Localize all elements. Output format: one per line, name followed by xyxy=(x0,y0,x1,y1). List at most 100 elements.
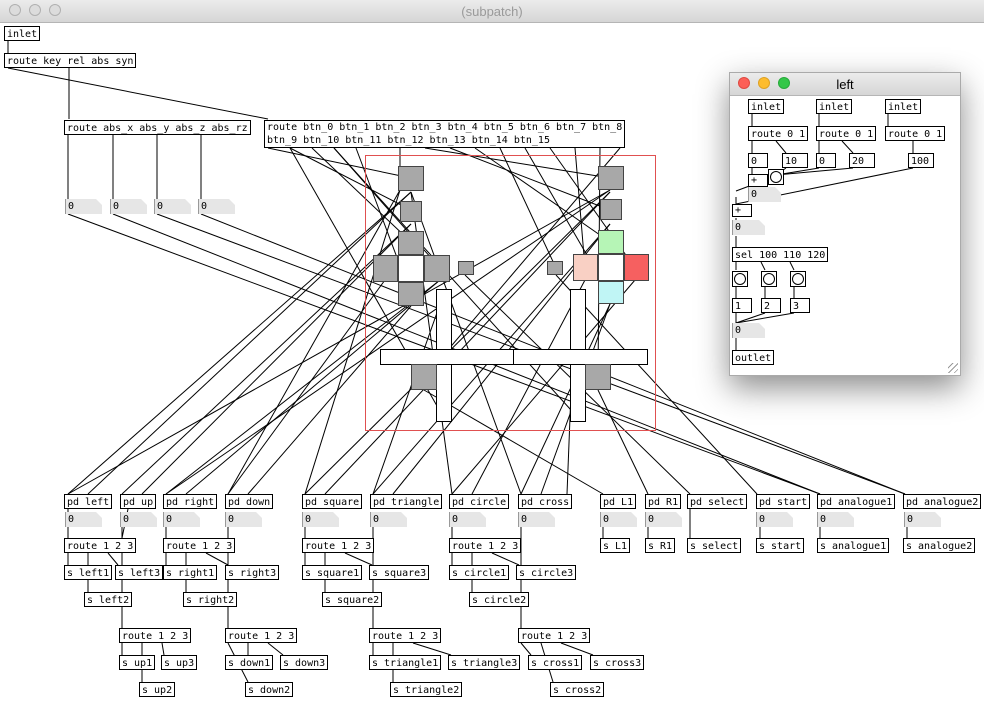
send-triangle3[interactable]: s triangle3 xyxy=(448,655,521,670)
left-route-3[interactable]: route 0 1 xyxy=(885,126,946,141)
pd-l1-object[interactable]: pd L1 xyxy=(600,494,637,509)
send-left3[interactable]: s left3 xyxy=(115,565,164,580)
send-left2[interactable]: s left2 xyxy=(84,592,133,607)
number-box-analogue2[interactable]: 0 xyxy=(904,512,941,527)
left-bang-110[interactable] xyxy=(761,271,777,287)
left-number-c[interactable]: 0 xyxy=(732,323,765,338)
number-box-r1[interactable]: 0 xyxy=(645,512,682,527)
pd-analogue2-object[interactable]: pd analogue2 xyxy=(903,494,982,509)
send-analogue1[interactable]: s analogue1 xyxy=(817,538,890,553)
left-inlet-2[interactable]: inlet xyxy=(816,99,853,114)
route-123-square[interactable]: route 1 2 3 xyxy=(302,538,375,553)
send-r1[interactable]: s R1 xyxy=(645,538,676,553)
pd-start-object[interactable]: pd start xyxy=(756,494,811,509)
number-box-start[interactable]: 0 xyxy=(756,512,793,527)
select-pad[interactable] xyxy=(458,261,474,275)
left-sel-object[interactable]: sel 100 110 120 xyxy=(732,247,829,262)
route-123-right[interactable]: route 1 2 3 xyxy=(163,538,236,553)
left-stick-hslider[interactable] xyxy=(380,349,514,365)
dpad-left-pad[interactable] xyxy=(373,255,398,282)
send-square3[interactable]: s square3 xyxy=(369,565,430,580)
right-stick-hslider[interactable] xyxy=(513,349,648,365)
left-plus-1[interactable]: + xyxy=(748,174,768,187)
send-square2[interactable]: s square2 xyxy=(322,592,383,607)
number-box-abs-x[interactable]: 0 xyxy=(65,199,102,214)
left-plus-2[interactable]: + xyxy=(732,204,752,217)
number-box-l1[interactable]: 0 xyxy=(600,512,637,527)
number-box-right[interactable]: 0 xyxy=(163,512,200,527)
message-3[interactable]: 3 xyxy=(790,298,810,313)
triangle-green-pad[interactable] xyxy=(598,230,624,254)
send-circle1[interactable]: s circle1 xyxy=(449,565,510,580)
number-box-triangle[interactable]: 0 xyxy=(370,512,407,527)
send-right3[interactable]: s right3 xyxy=(225,565,280,580)
send-start[interactable]: s start xyxy=(756,538,805,553)
r1-pad[interactable] xyxy=(585,364,611,390)
number-box-square[interactable]: 0 xyxy=(302,512,339,527)
dpad-right-pad[interactable] xyxy=(424,255,450,282)
left-inlet-3[interactable]: inlet xyxy=(885,99,922,114)
send-triangle1[interactable]: s triangle1 xyxy=(369,655,442,670)
left-route-1[interactable]: route 0 1 xyxy=(748,126,809,141)
send-down1[interactable]: s down1 xyxy=(225,655,274,670)
message-0[interactable]: 0 xyxy=(748,153,768,168)
send-left1[interactable]: s left1 xyxy=(64,565,113,580)
pd-square-object[interactable]: pd square xyxy=(302,494,363,509)
message-1[interactable]: 1 xyxy=(732,298,752,313)
left-route-2[interactable]: route 0 1 xyxy=(816,126,877,141)
message-100[interactable]: 100 xyxy=(908,153,934,168)
left-bang-100[interactable] xyxy=(732,271,748,287)
number-box-abs-z[interactable]: 0 xyxy=(154,199,191,214)
pd-left-object[interactable]: pd left xyxy=(64,494,113,509)
number-box-abs-y[interactable]: 0 xyxy=(110,199,147,214)
dpad-up-pad[interactable] xyxy=(398,166,424,191)
send-cross3[interactable]: s cross3 xyxy=(590,655,645,670)
pd-triangle-object[interactable]: pd triangle xyxy=(370,494,443,509)
number-box-up[interactable]: 0 xyxy=(120,512,157,527)
send-right1[interactable]: s right1 xyxy=(163,565,218,580)
number-box-analogue1[interactable]: 0 xyxy=(817,512,854,527)
number-box-down[interactable]: 0 xyxy=(225,512,262,527)
left-inlet-1[interactable]: inlet xyxy=(748,99,785,114)
pd-up-object[interactable]: pd up xyxy=(120,494,157,509)
route-123-up[interactable]: route 1 2 3 xyxy=(119,628,192,643)
number-box-abs-rz[interactable]: 0 xyxy=(198,199,235,214)
route-keys-object[interactable]: route key rel abs syn xyxy=(4,53,137,68)
circle-red-pad[interactable] xyxy=(624,254,649,281)
send-analogue2[interactable]: s analogue2 xyxy=(903,538,976,553)
number-box-left[interactable]: 0 xyxy=(65,512,102,527)
pd-right-object[interactable]: pd right xyxy=(163,494,218,509)
cross-cyan-pad[interactable] xyxy=(598,281,624,304)
route-abs-object[interactable]: route abs_x abs_y abs_z abs_rz xyxy=(64,120,251,135)
left-bang-120[interactable] xyxy=(790,271,806,287)
send-right2[interactable]: s right2 xyxy=(183,592,238,607)
resize-grip-icon[interactable] xyxy=(948,363,958,373)
message-2[interactable]: 2 xyxy=(761,298,781,313)
left-outlet-object[interactable]: outlet xyxy=(732,350,775,365)
triangle-lower-pad[interactable] xyxy=(600,199,622,220)
send-circle2[interactable]: s circle2 xyxy=(469,592,530,607)
left-number-b[interactable]: 0 xyxy=(732,220,765,235)
route-123-cross[interactable]: route 1 2 3 xyxy=(518,628,591,643)
route-123-left[interactable]: route 1 2 3 xyxy=(64,538,137,553)
inlet-object[interactable]: inlet xyxy=(4,26,41,41)
pd-analogue1-object[interactable]: pd analogue1 xyxy=(817,494,896,509)
route-123-down[interactable]: route 1 2 3 xyxy=(225,628,298,643)
send-square1[interactable]: s square1 xyxy=(302,565,363,580)
dpad-up-lower-pad[interactable] xyxy=(400,201,422,222)
left-number-a[interactable]: 0 xyxy=(748,187,781,202)
send-down2[interactable]: s down2 xyxy=(245,682,294,697)
send-l1[interactable]: s L1 xyxy=(600,538,631,553)
send-select[interactable]: s select xyxy=(687,538,742,553)
send-cross1[interactable]: s cross1 xyxy=(528,655,583,670)
send-up3[interactable]: s up3 xyxy=(161,655,198,670)
left-bang-1[interactable] xyxy=(768,169,784,185)
route-btn-object[interactable]: route btn_0 btn_1 btn_2 btn_3 btn_4 btn_… xyxy=(264,120,626,148)
pd-select-object[interactable]: pd select xyxy=(687,494,748,509)
pd-circle-object[interactable]: pd circle xyxy=(449,494,510,509)
route-123-triangle[interactable]: route 1 2 3 xyxy=(369,628,442,643)
l1-pad[interactable] xyxy=(411,364,437,390)
pd-r1-object[interactable]: pd R1 xyxy=(645,494,682,509)
send-triangle2[interactable]: s triangle2 xyxy=(390,682,463,697)
message-0b[interactable]: 0 xyxy=(816,153,836,168)
